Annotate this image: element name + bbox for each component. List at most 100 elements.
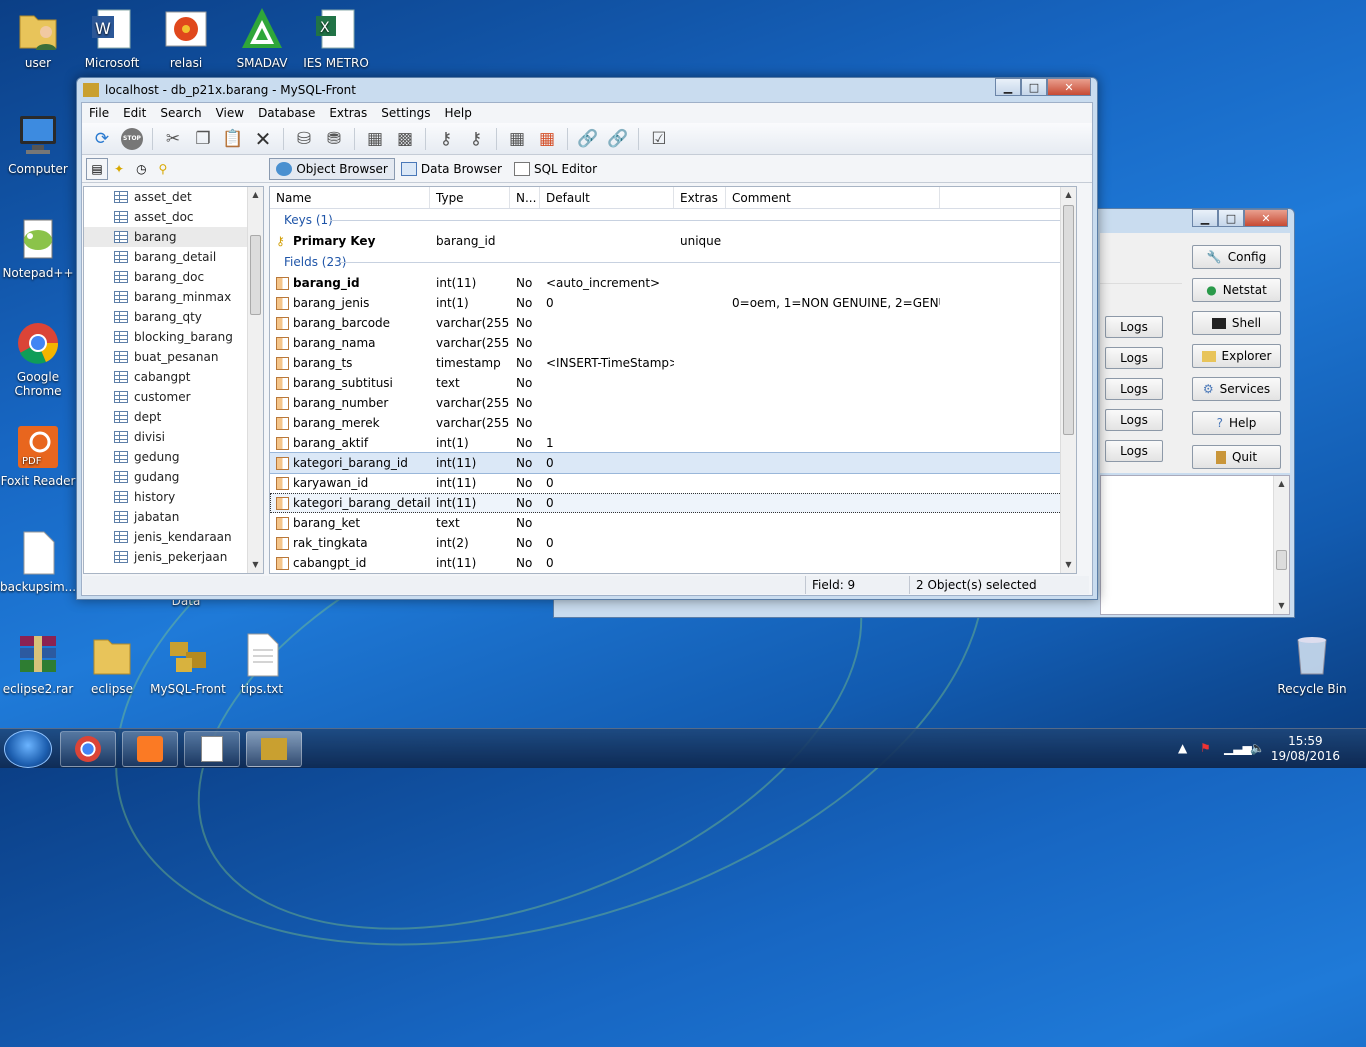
logs-button[interactable]: Logs [1105, 347, 1163, 369]
explorer-button[interactable]: Explorer [1192, 344, 1281, 368]
menu-database[interactable]: Database [251, 106, 322, 120]
tree-item[interactable]: barang_detail [84, 247, 263, 267]
stop-icon[interactable]: STOP [118, 126, 146, 152]
tab-sql-editor[interactable]: SQL Editor [508, 158, 603, 180]
tree-item[interactable]: jenis_pekerjaan [84, 547, 263, 567]
clock[interactable]: 15:59 19/08/2016 [1271, 734, 1340, 764]
tree-item[interactable]: customer [84, 387, 263, 407]
taskbar-chrome[interactable] [60, 731, 116, 767]
column-header-null[interactable]: N... [510, 187, 540, 208]
delete-database-icon[interactable]: ⛃ [320, 126, 348, 152]
menu-extras[interactable]: Extras [322, 106, 374, 120]
volume-icon[interactable]: 🔈 [1250, 741, 1265, 755]
desktop-icon-ies-metro[interactable]: X IES METRO [298, 6, 374, 70]
delete-field-icon[interactable]: ▦ [533, 126, 561, 152]
grid-scrollbar[interactable]: ▲ ▼ [1060, 187, 1076, 573]
tab-object-browser[interactable]: Object Browser [269, 157, 395, 180]
taskbar-notepadpp[interactable] [184, 731, 240, 767]
close-button[interactable]: ✕ [1047, 78, 1091, 96]
desktop-icon-chrome[interactable]: Google Chrome [0, 320, 76, 398]
netstat-button[interactable]: ● Netstat [1192, 278, 1281, 302]
shell-button[interactable]: Shell [1192, 311, 1281, 335]
tree-item[interactable]: gudang [84, 467, 263, 487]
field-row[interactable]: barang_jenis int(1) No 0 0=oem, 1=NON GENUIN… [270, 293, 1076, 313]
tab-data-browser[interactable]: Data Browser [395, 158, 508, 180]
tree-item[interactable]: barang [84, 227, 263, 247]
desktop-icon-mysql-front[interactable]: MySQL-Front [150, 632, 226, 696]
tree-item[interactable]: jabatan [84, 507, 263, 527]
field-row[interactable]: barang_ts timestamp No <INSERT-TimeStamp> [270, 353, 1076, 373]
desktop-icon-recycle-bin[interactable]: Recycle Bin [1274, 632, 1350, 696]
maximize-button[interactable]: □ [1218, 209, 1244, 227]
taskbar-mysql-front[interactable] [246, 731, 302, 767]
config-button[interactable]: 🔧 Config [1192, 245, 1281, 269]
desktop-icon-foxit[interactable]: PDF Foxit Reader [0, 424, 76, 488]
field-row[interactable]: barang_barcode varchar(255) No [270, 313, 1076, 333]
desktop-icon-relasi[interactable]: relasi [148, 6, 224, 70]
tree-item[interactable]: barang_qty [84, 307, 263, 327]
field-row[interactable]: barang_ket text No [270, 513, 1076, 533]
delete-key-icon[interactable]: ⚷ [462, 126, 490, 152]
delete-table-icon[interactable]: ▩ [391, 126, 419, 152]
history-icon[interactable]: ◷ [130, 158, 152, 180]
field-row[interactable]: karyawan_id int(11) No 0 [270, 473, 1076, 493]
tree-item[interactable]: blocking_barang [84, 327, 263, 347]
desktop-icon-eclipse-rar[interactable]: eclipse2.rar [0, 632, 76, 696]
new-foreign-key-icon[interactable]: 🔗 [574, 126, 602, 152]
desktop-icon-computer[interactable]: Computer [0, 112, 76, 176]
tree-item[interactable]: barang_doc [84, 267, 263, 287]
menu-settings[interactable]: Settings [374, 106, 437, 120]
close-button[interactable]: ✕ [1244, 209, 1288, 227]
tree-item[interactable]: barang_minmax [84, 287, 263, 307]
logs-button[interactable]: Logs [1105, 378, 1163, 400]
mysql-front-window[interactable]: localhost - db_p21x.barang - MySQL-Front… [76, 77, 1098, 600]
tree-item[interactable]: asset_doc [84, 207, 263, 227]
tree-item[interactable]: gedung [84, 447, 263, 467]
field-row[interactable]: cabangpt_id int(11) No 0 [270, 553, 1076, 573]
cut-icon[interactable]: ✂ [159, 126, 187, 152]
refresh-icon[interactable]: ⟳ [88, 126, 116, 152]
tree-item[interactable]: dept [84, 407, 263, 427]
paste-icon[interactable]: 📋 [219, 126, 247, 152]
desktop-icon-eclipse[interactable]: eclipse [74, 632, 150, 696]
field-row[interactable]: barang_merek varchar(255) No [270, 413, 1076, 433]
menu-help[interactable]: Help [437, 106, 478, 120]
field-row[interactable]: kategori_barang_id int(11) No 0 [270, 452, 1076, 474]
desktop-icon-tips[interactable]: tips.txt [224, 632, 300, 696]
fields-grid[interactable]: Name Type N... Default Extras Comment Ke… [269, 186, 1077, 574]
tree-item[interactable]: divisi [84, 427, 263, 447]
new-field-icon[interactable]: ▦ [503, 126, 531, 152]
field-row[interactable]: barang_number varchar(255) No [270, 393, 1076, 413]
action-center-icon[interactable]: ⚑ [1200, 741, 1211, 755]
menu-edit[interactable]: Edit [116, 106, 153, 120]
column-header-type[interactable]: Type [430, 187, 510, 208]
key-row[interactable]: ⚷ Primary Key barang_id unique [270, 231, 1076, 251]
logs-button[interactable]: Logs [1105, 440, 1163, 462]
delete-foreign-key-icon[interactable]: 🔗 [604, 126, 632, 152]
services-button[interactable]: ⚙ Services [1192, 377, 1281, 401]
menu-file[interactable]: File [82, 106, 116, 120]
delete-icon[interactable]: ✕ [249, 126, 277, 152]
logs-button[interactable]: Logs [1105, 316, 1163, 338]
database-tree[interactable]: asset_det asset_doc barang barang_detail bar… [83, 186, 264, 574]
menu-search[interactable]: Search [153, 106, 208, 120]
copy-icon[interactable]: ❐ [189, 126, 217, 152]
field-row[interactable]: barang_aktif int(1) No 1 [270, 433, 1076, 453]
new-database-icon[interactable]: ⛁ [290, 126, 318, 152]
start-button[interactable] [4, 730, 52, 768]
column-header-name[interactable]: Name [270, 187, 430, 208]
network-icon[interactable]: ▁▃▅ [1224, 741, 1252, 755]
desktop-icon-backup[interactable]: backupsim... [0, 530, 76, 594]
properties-icon[interactable]: ☑ [645, 126, 673, 152]
tree-item[interactable]: cabangpt [84, 367, 263, 387]
sql-history-icon[interactable]: ⚲ [153, 158, 174, 180]
quit-button[interactable]: Quit [1192, 445, 1281, 469]
new-key-icon[interactable]: ⚷ [432, 126, 460, 152]
tree-item[interactable]: asset_det [84, 187, 263, 207]
minimize-button[interactable]: ▁ [1192, 209, 1218, 227]
logs-button[interactable]: Logs [1105, 409, 1163, 431]
tree-item[interactable]: jenis_kendaraan [84, 527, 263, 547]
field-row[interactable]: barang_nama varchar(255) No [270, 333, 1076, 353]
tree-item[interactable]: history [84, 487, 263, 507]
menu-view[interactable]: View [209, 106, 251, 120]
